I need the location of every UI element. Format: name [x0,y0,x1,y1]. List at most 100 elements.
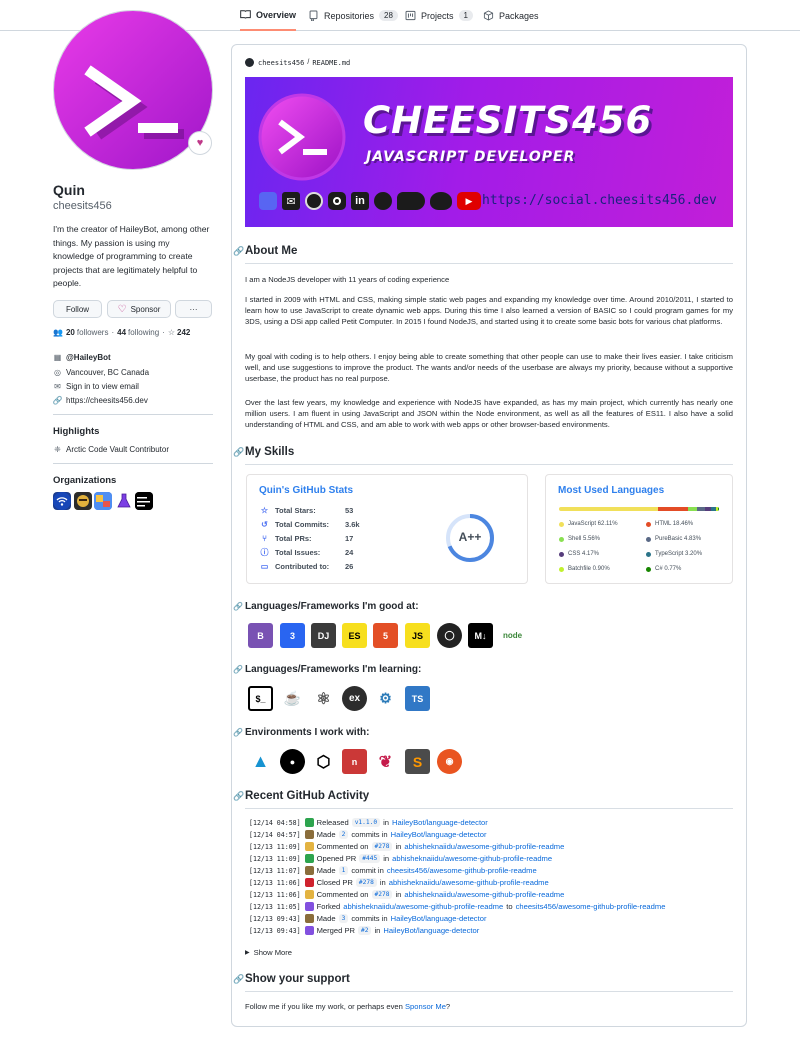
html5-icon[interactable]: 5 [373,623,398,648]
activity-repo-link[interactable]: abhisheknaiidu/awesome-github-profile-re… [404,842,564,851]
stars-count[interactable]: 242 [177,328,190,337]
top-languages-card[interactable]: Most Used Languages JavaScript 62.11% HTM… [545,474,733,584]
nodejs-icon[interactable]: node [500,623,525,648]
anchor-link-icon[interactable]: 🔗 [233,728,243,737]
es-icon[interactable]: ES [342,623,367,648]
markdown-icon[interactable]: M↓ [468,623,493,648]
people-icon: 👥 [53,328,63,337]
activity-action: Made [316,830,336,839]
activity-ref[interactable]: v1.1.0 [351,818,381,827]
ubuntu-icon[interactable]: ◉ [437,749,462,774]
activity-repo-link[interactable]: abhisheknaiidu/awesome-github-profile-re… [343,902,503,911]
javascript-icon[interactable]: JS [405,623,430,648]
twitter-icon[interactable] [430,192,452,210]
activity-repo-link[interactable]: abhisheknaiidu/awesome-github-profile-re… [389,878,549,887]
highlights-heading: Highlights [53,426,100,437]
npm-icon[interactable]: n [342,749,367,774]
org-wifi-avatar[interactable] [53,492,71,510]
company-link[interactable]: @HaileyBot [66,353,111,362]
activity-repo-link[interactable]: cheesits456/awesome-github-profile-readm… [387,866,537,875]
arch-linux-icon[interactable]: ▲ [248,749,273,774]
activity-repo-link[interactable]: HaileyBot/language-detector [392,818,488,827]
show-more-toggle[interactable]: ▶ Show More [245,948,292,957]
flask-icon [117,493,131,508]
activity-repo-link[interactable]: HaileyBot/language-detector [391,914,487,923]
typescript-icon[interactable]: TS [405,686,430,711]
stat-row-prs: ⑂ Total PRs: [260,534,311,543]
package-icon [483,10,494,21]
good-at-heading-text: Languages/Frameworks I'm good at: [245,601,419,612]
sponsor-button[interactable]: ♡ Sponsor [107,300,171,318]
followers-count[interactable]: 20 [66,328,75,337]
org-character-avatar[interactable] [74,492,92,510]
discord-icon[interactable] [259,192,277,210]
tab-projects[interactable]: Projects 1 [405,0,473,31]
following-label[interactable]: following [128,328,159,337]
graphql-nodes-icon[interactable]: ⚙ [373,686,398,711]
css3-icon[interactable]: 3 [280,623,305,648]
activity-ref[interactable]: #278 [371,842,393,851]
anchor-link-icon[interactable]: 🔗 [233,246,244,257]
activity-row: [12/14 04:58] Released v1.1.0 in HaileyBot/l… [249,818,491,827]
email-icon[interactable]: ✉ [282,192,300,210]
tab-packages[interactable]: Packages [483,0,539,31]
sponsor-heart-badge[interactable]: ♥ [188,131,212,155]
anchor-link-icon[interactable]: 🔗 [233,791,244,802]
electron-icon[interactable]: ◯ [437,623,462,648]
sponsor-me-link[interactable]: Sponsor Me [405,1002,446,1011]
org-flask-avatar[interactable] [115,492,133,510]
banner-title: CHEESITS456 [363,99,653,142]
more-options-button[interactable]: ··· [175,300,212,318]
activity-ref[interactable]: 1 [338,866,349,875]
activity-repo-link[interactable]: HaileyBot/language-detector [383,926,479,935]
org-puzzle-avatar[interactable] [94,492,112,510]
follow-button[interactable]: Follow [53,300,102,318]
activity-repo-link[interactable]: abhisheknaiidu/awesome-github-profile-re… [392,854,552,863]
tab-overview[interactable]: Overview [240,0,297,31]
electron-framework-icon[interactable]: ⚛ [311,686,336,711]
sublime-text-icon[interactable]: S [405,749,430,774]
language-color-dot [646,551,651,557]
discordjs-icon[interactable]: DJ [311,623,336,648]
soundcloud-icon[interactable] [397,192,425,210]
readme-path-file[interactable]: README.md [312,59,350,67]
anchor-link-icon[interactable]: 🔗 [233,447,244,458]
email-text[interactable]: Sign in to view email [66,382,139,391]
bash-icon[interactable]: $_ [248,686,273,711]
activity-repo-link[interactable]: abhisheknaiidu/awesome-github-profile-re… [404,890,564,899]
raspberry-pi-icon[interactable]: ❦ [373,749,398,774]
instagram-icon[interactable] [328,192,346,210]
followers-label[interactable]: followers [77,328,109,337]
github-stats-card[interactable]: Quin's GitHub Stats ☆ Total Stars: 53 ↺ To… [246,474,528,584]
org-text-avatar[interactable] [135,492,153,510]
github-octocat-icon[interactable]: ● [280,749,305,774]
highlight-item[interactable]: ❈ Arctic Code Vault Contributor [53,445,169,454]
youtube-icon[interactable]: ▶ [457,192,481,210]
express-icon[interactable]: ex [342,686,367,711]
readme-path-user[interactable]: cheesits456 [258,59,304,67]
bootstrap-icon[interactable]: B [248,623,273,648]
anchor-link-icon[interactable]: 🔗 [233,665,243,674]
activity-repo-link[interactable]: HaileyBot/language-detector [391,830,487,839]
anchor-link-icon[interactable]: 🔗 [233,602,243,611]
banner-url[interactable]: https://social.cheesits456.dev [482,193,717,208]
coffeescript-icon[interactable]: ☕ [280,686,305,711]
following-count[interactable]: 44 [117,328,126,337]
activity-ref[interactable]: #278 [355,878,377,887]
activity-ref[interactable]: #278 [371,890,393,899]
codesandbox-icon[interactable]: ⬡ [311,749,336,774]
activity-action: Forked [316,902,341,911]
activity-repo-link[interactable]: cheesits456/awesome-github-profile-readm… [516,902,666,911]
website-link[interactable]: https://cheesits456.dev [66,396,148,405]
activity-ref[interactable]: #2 [358,926,372,935]
reddit-icon[interactable] [374,192,392,210]
anchor-link-icon[interactable]: 🔗 [233,974,244,985]
activity-ref[interactable]: 2 [338,830,349,839]
language-item: PureBasic 4.83% [646,536,701,542]
tab-repositories[interactable]: Repositories 28 [308,0,398,31]
activity-ref[interactable]: 3 [338,914,349,923]
linkedin-icon[interactable]: in [351,192,369,210]
stat-value-contributed: 26 [345,562,354,571]
activity-ref[interactable]: #445 [359,854,381,863]
github-icon[interactable] [305,192,323,210]
